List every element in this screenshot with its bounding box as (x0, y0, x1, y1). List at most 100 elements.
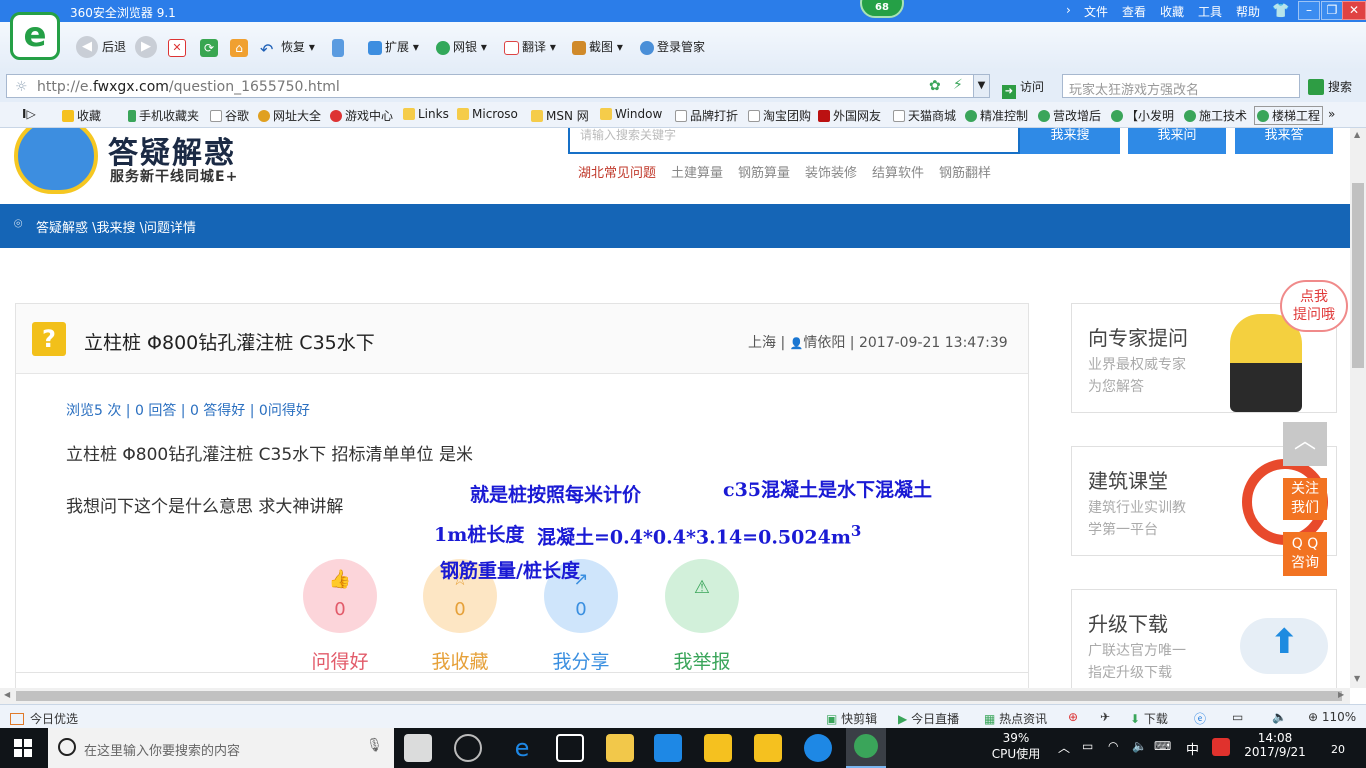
minimize-button[interactable]: – (1298, 1, 1320, 20)
skin-icon[interactable]: 👕 (1272, 3, 1289, 19)
stop-icon[interactable]: ✕ (168, 36, 189, 58)
taskbar-search-input[interactable]: 在这里输入你要搜索的内容 🎙 (48, 728, 394, 768)
ask-button[interactable]: 我来问 (1128, 128, 1226, 154)
hot-link[interactable]: 装饰装修 (805, 162, 857, 181)
speed-mode-icon[interactable]: ✿ (929, 78, 941, 94)
report-button[interactable]: ⚠ 我举报 (642, 559, 762, 674)
task-view-icon[interactable] (404, 734, 432, 762)
bookmark-item[interactable]: 天猫商城 (893, 107, 956, 124)
bookmark-item[interactable]: 外国网友 (818, 107, 881, 124)
sidebar-toggle-icon[interactable]: I▷ (22, 107, 36, 121)
status-item[interactable]: ▣ 快剪辑 (826, 710, 877, 727)
back-arrow-icon[interactable]: ◀ (76, 36, 98, 58)
scrollbar-thumb[interactable] (16, 691, 1342, 701)
site-search-input[interactable]: 请输入搜索关键字 (568, 128, 1020, 154)
back-button[interactable]: 后退 (102, 36, 126, 58)
menu-help[interactable]: 帮助 (1236, 3, 1260, 20)
upgrade-card[interactable]: 升级下载 广联达官方唯一 指定升级下载 ⬆ (1071, 589, 1337, 688)
bookmark-item[interactable]: 淘宝团购 (748, 107, 811, 124)
bookmark-folder[interactable]: Links (403, 107, 449, 121)
bank-button[interactable]: 网银 ▾ (436, 36, 487, 58)
help-app-icon[interactable] (754, 734, 782, 762)
bookmark-item[interactable]: 手机收藏夹 (128, 107, 199, 124)
url-text[interactable]: http://e.fwxgx.com/question_1655750.html (37, 79, 340, 95)
hot-link[interactable]: 土建算量 (671, 162, 723, 181)
ime-indicator[interactable]: 中 (1186, 739, 1199, 758)
sogou-ime-icon[interactable] (1212, 738, 1230, 756)
menu-view[interactable]: 查看 (1122, 3, 1146, 20)
cpu-monitor[interactable]: 39% CPU使用 (990, 731, 1042, 762)
close-button[interactable]: ✕ (1342, 1, 1366, 20)
home-icon[interactable]: ⌂ (230, 36, 251, 58)
menu-file[interactable]: 文件 (1084, 3, 1108, 20)
maximize-button[interactable]: ❐ (1321, 1, 1343, 20)
screenshot-button[interactable]: 截图 ▾ (572, 36, 623, 58)
daily-picks[interactable]: 今日优选 (10, 710, 78, 727)
ie-icon[interactable]: ⓔ (1194, 710, 1206, 727)
menu-favorites[interactable]: 收藏 (1160, 3, 1184, 20)
bookmark-folder[interactable]: Window (600, 107, 662, 121)
bookmark-folder[interactable]: MSN 网 (531, 107, 589, 124)
visit-button[interactable]: ➜ 访问 (1002, 78, 1044, 99)
browser-360-taskbar-icon[interactable] (846, 728, 886, 768)
address-dropdown-icon[interactable]: ▼ (973, 75, 989, 97)
qq-consult-button[interactable]: Q Q 咨询 (1283, 532, 1327, 576)
sogou-icon[interactable] (804, 734, 832, 762)
bookmark-item[interactable]: 精准控制 (965, 107, 1028, 124)
translate-button[interactable]: 翻译 ▾ (504, 36, 556, 58)
bookmark-item[interactable]: 楼梯工程 (1254, 106, 1324, 125)
bookmark-item[interactable]: 品牌打折 (675, 107, 738, 124)
tray-expand-icon[interactable]: ︿ (1058, 739, 1070, 756)
volume-icon[interactable]: 🔈 (1272, 710, 1287, 724)
answer-button[interactable]: 我来答 (1235, 128, 1333, 154)
refresh-icon[interactable]: ⟳ (200, 36, 221, 58)
bookmark-item[interactable]: 游戏中心 (330, 107, 393, 124)
bookmark-item[interactable]: 网址大全 (258, 107, 321, 124)
status-item[interactable]: ▶ 今日直播 (898, 710, 959, 727)
store-icon[interactable] (556, 734, 584, 762)
bookmark-item[interactable]: 收藏 (62, 107, 101, 124)
scrollbar-thumb[interactable] (1352, 183, 1364, 368)
search-button[interactable]: 我来搜 (1020, 128, 1120, 154)
app-swirl-icon[interactable] (454, 734, 482, 762)
horizontal-scrollbar[interactable]: ◀ ▶ (0, 688, 1350, 704)
bookmark-folder[interactable]: Microso (457, 107, 518, 121)
window-mode-icon[interactable]: ▭ (1232, 710, 1243, 724)
browser-search-input[interactable]: 玩家太狂游戏方强改名 (1062, 74, 1300, 98)
bookmark-item[interactable]: 谷歌 (210, 107, 249, 124)
menu-tools[interactable]: 工具 (1198, 3, 1222, 20)
battery-icon[interactable]: ▭ (1082, 739, 1093, 753)
browser-search-button[interactable]: 搜索 (1308, 78, 1352, 95)
volume-tray-icon[interactable]: 🔈 (1132, 739, 1147, 753)
breadcrumb[interactable]: 答疑解惑 \我来搜 \问题详情 (36, 221, 196, 236)
notification-badge[interactable]: 68 (860, 0, 904, 18)
bookmark-item[interactable]: 营改增后 (1038, 107, 1101, 124)
vertical-scrollbar[interactable]: ▲ ▼ (1350, 128, 1366, 688)
phone-icon[interactable] (332, 36, 347, 58)
follow-us-button[interactable]: 关注 我们 (1283, 478, 1327, 520)
keyboard-icon[interactable]: ⌨ (1154, 739, 1171, 753)
back-to-top-button[interactable]: ︿ (1283, 422, 1327, 466)
hot-link[interactable]: 钢筋翻样 (939, 162, 991, 181)
pin-icon[interactable]: ✈ (1100, 710, 1110, 724)
question-user[interactable]: 情依阳 (803, 335, 845, 351)
clock[interactable]: 14:08 2017/9/21 (1240, 731, 1310, 759)
notification-center-button[interactable]: 20 (1326, 736, 1350, 760)
address-bar[interactable]: ☼ http://e.fwxgx.com/question_1655750.ht… (6, 74, 990, 98)
shield-icon[interactable]: ⊕ (1068, 710, 1078, 724)
status-item[interactable]: ▦ 热点资讯 (984, 710, 1047, 727)
windows-start-icon[interactable] (14, 739, 32, 757)
file-explorer-icon[interactable] (606, 734, 634, 762)
lightning-icon[interactable]: ⚡ (953, 77, 963, 93)
extensions-button[interactable]: 扩展 ▾ (368, 36, 419, 58)
hot-link[interactable]: 结算软件 (872, 162, 924, 181)
app-plus-icon[interactable] (654, 734, 682, 762)
edge-icon[interactable]: e (508, 734, 536, 762)
hot-link[interactable]: 湖北常见问题 (578, 162, 656, 181)
forward-arrow-icon[interactable]: ▶ (135, 36, 157, 58)
like-question-button[interactable]: 👍 0 问得好 (280, 559, 400, 674)
bookmark-item[interactable]: 【小发明 (1111, 107, 1174, 124)
hot-link[interactable]: 钢筋算量 (738, 162, 790, 181)
zoom-level[interactable]: ⊕ 110% (1308, 710, 1356, 724)
wifi-icon[interactable]: ◠ (1108, 739, 1118, 753)
